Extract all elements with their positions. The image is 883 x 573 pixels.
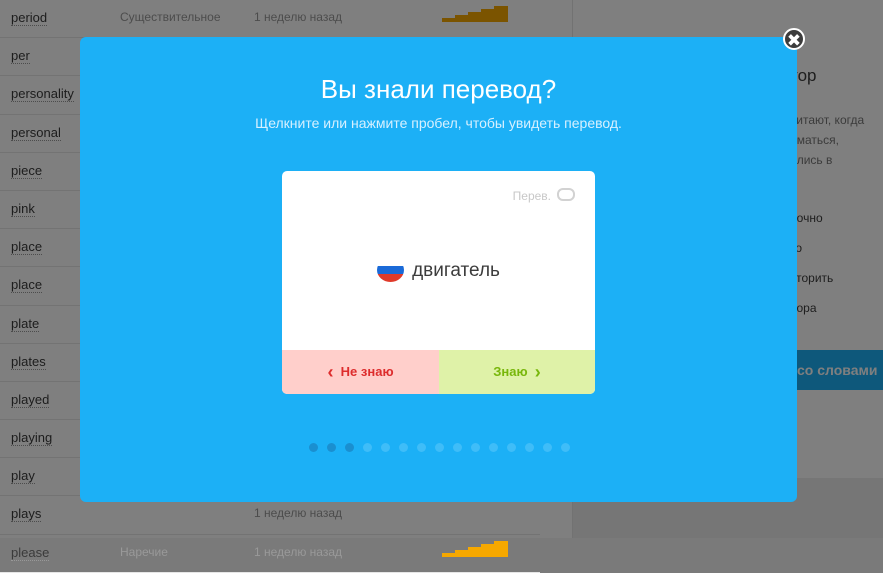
close-button[interactable]: ✖: [783, 28, 805, 50]
progress-dot: [561, 443, 570, 452]
strength-bar-icon: [442, 540, 508, 557]
modal-subtitle: Щелкните или нажмите пробел, чтобы увиде…: [255, 115, 622, 131]
reverse-label: Перев.: [512, 189, 551, 203]
progress-dot: [399, 443, 408, 452]
progress-dot: [507, 443, 516, 452]
progress-dot: [543, 443, 552, 452]
dont-know-button[interactable]: ‹ Не знаю: [282, 350, 439, 394]
flashcard-modal: Вы знали перевод? Щелкните или нажмите п…: [80, 37, 797, 502]
modal-title: Вы знали перевод?: [320, 74, 557, 104]
progress-dot: [471, 443, 480, 452]
flashcard-word: двигатель: [282, 258, 595, 283]
progress-dot: [453, 443, 462, 452]
word-row[interactable]: please Наречие 1 неделю назад: [0, 535, 540, 573]
answer-buttons: ‹ Не знаю Знаю ›: [282, 350, 595, 394]
reverse-card-button[interactable]: Перев.: [512, 188, 575, 203]
word-text[interactable]: please: [11, 545, 50, 561]
flashcard[interactable]: Перев. двигатель ‹ Не знаю Знаю ›: [282, 171, 595, 394]
progress-dot: [489, 443, 498, 452]
know-label: Знаю: [493, 364, 528, 379]
card-word-text: двигатель: [412, 260, 500, 282]
progress-dot: [363, 443, 372, 452]
loop-icon: [557, 188, 575, 202]
progress-dot: [435, 443, 444, 452]
progress-dot: [327, 443, 336, 452]
progress-dot: [309, 443, 318, 452]
progress-dot: [417, 443, 426, 452]
last-practiced: 1 неделю назад: [254, 544, 343, 559]
chevron-left-icon: ‹: [327, 361, 334, 382]
russian-flag-icon: [377, 258, 405, 282]
know-button[interactable]: Знаю ›: [439, 350, 595, 394]
progress-dot: [381, 443, 390, 452]
progress-dot: [525, 443, 534, 452]
part-of-speech: Наречие: [120, 544, 168, 559]
dont-know-label: Не знаю: [340, 364, 394, 379]
chevron-right-icon: ›: [534, 361, 541, 382]
progress-dot: [345, 443, 354, 452]
